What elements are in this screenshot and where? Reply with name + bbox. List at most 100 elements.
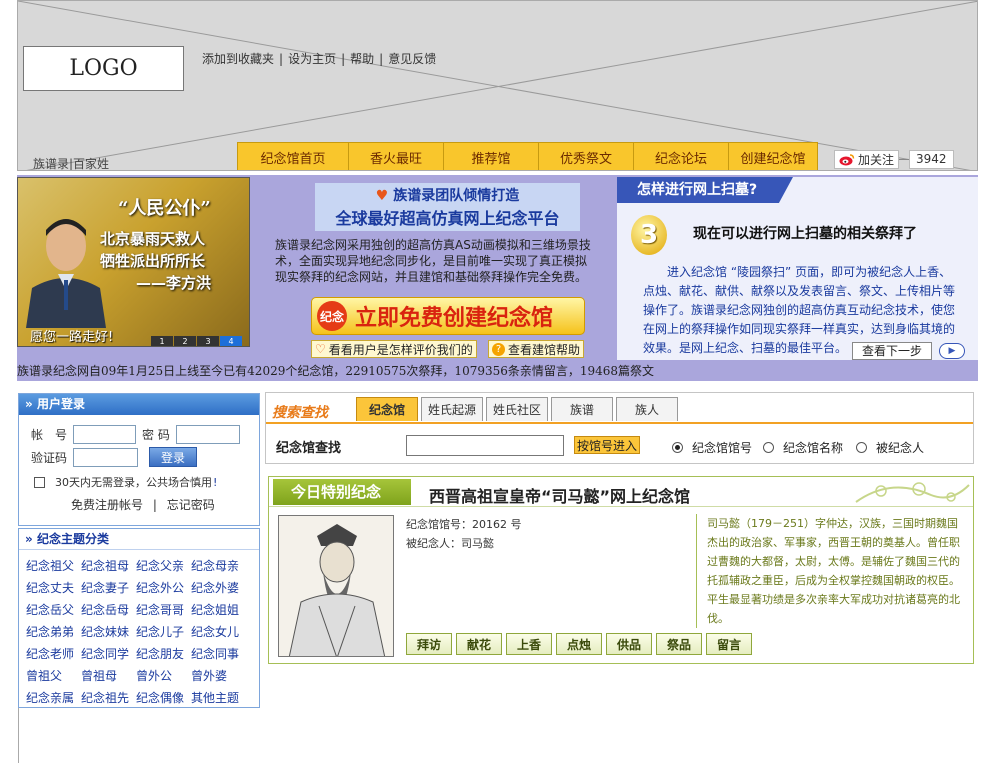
topic-item[interactable]: 其他主题 [191, 689, 246, 706]
option-memorial-name[interactable]: 纪念馆名称 [763, 439, 843, 456]
create-help-button[interactable]: ? 查看建馆帮助 [488, 340, 585, 358]
double-chevron-icon: » [25, 397, 33, 411]
topic-item[interactable]: 纪念儿子 [136, 623, 191, 640]
topic-item[interactable]: 纪念祖母 [81, 557, 136, 574]
nav-home[interactable]: 纪念馆首页 [237, 142, 348, 170]
captcha-row: 验证码 [31, 448, 139, 467]
next-step-button[interactable]: 查看下一步 [852, 342, 932, 360]
topic-item[interactable]: 纪念弟弟 [26, 623, 81, 640]
leave-message-button[interactable]: 留言 [706, 633, 752, 655]
top-links: 添加到收藏夹 | 设为主页 | 帮助 | 意见反馈 [202, 52, 437, 66]
tab-genealogy[interactable]: 族谱 [551, 397, 614, 421]
login-box: » 用户登录 帐 号 密 码 验证码 登录 30天内无需登录，公共场合慎用 ! … [18, 393, 260, 526]
slide-dot-2[interactable]: 2 [174, 336, 196, 346]
link-set-homepage[interactable]: 设为主页 [288, 52, 336, 66]
link-add-favorite[interactable]: 添加到收藏夹 [202, 52, 274, 66]
tab-surname-origin[interactable]: 姓氏起源 [421, 397, 484, 421]
topic-item[interactable]: 纪念哥哥 [136, 601, 191, 618]
topic-item[interactable]: 纪念祖父 [26, 557, 81, 574]
light-candle-button[interactable]: 点烛 [556, 633, 602, 655]
brand-links[interactable]: 族谱录|百家姓 [33, 155, 109, 170]
burn-incense-button[interactable]: 上香 [506, 633, 552, 655]
topic-item[interactable]: 纪念朋友 [136, 645, 191, 662]
topic-item[interactable]: 纪念岳父 [26, 601, 81, 618]
memorial-info: 纪念馆馆号：20162 号 被纪念人：司马懿 [406, 515, 522, 553]
next-arrow-icon[interactable]: ▶ [939, 343, 965, 359]
radio-commemorated[interactable] [856, 442, 867, 453]
topic-item[interactable]: 纪念偶像 [136, 689, 191, 706]
search-row: 纪念馆查找 按馆号进入 纪念馆馆号 纪念馆名称 被纪念人 [266, 422, 973, 464]
forgot-password-link[interactable]: 忘记密码 [167, 498, 215, 512]
nav-create-memorial[interactable]: 创建纪念馆 [728, 142, 818, 170]
memorial-portrait[interactable] [278, 515, 394, 657]
topic-item[interactable]: 纪念父亲 [136, 557, 191, 574]
remember-checkbox[interactable] [34, 476, 45, 488]
tab-clansmen[interactable]: 族人 [616, 397, 679, 421]
topic-item[interactable]: 曾外公 [136, 667, 191, 684]
remember-label: 30天内无需登录，公共场合慎用 [55, 476, 212, 489]
search-tabs: 纪念馆 姓氏起源 姓氏社区 族谱 族人 [356, 397, 681, 421]
intro-title-2: 全球最好超高仿真网上纪念平台 [335, 209, 560, 228]
nav-recommended[interactable]: 推荐馆 [443, 142, 538, 170]
topic-item[interactable]: 纪念岳母 [81, 601, 136, 618]
logo[interactable]: LOGO [23, 46, 184, 91]
platform-intro: ♥ 族谱录团队倾情打造 全球最好超高仿真网上纪念平台 族谱录纪念网采用独创的超高… [275, 183, 595, 285]
topic-item[interactable]: 曾外婆 [191, 667, 246, 684]
topic-item[interactable]: 纪念亲属 [26, 689, 81, 706]
topic-item[interactable]: 纪念姐姐 [191, 601, 246, 618]
topic-item[interactable]: 纪念祖先 [81, 689, 136, 706]
memorial-name[interactable]: 西晋高祖宣皇帝“司马懿”网上纪念馆 [429, 483, 690, 507]
topic-item[interactable]: 纪念女儿 [191, 623, 246, 640]
account-label: 帐 号 [31, 428, 68, 442]
slide-dot-4[interactable]: 4 [220, 336, 242, 346]
captcha-input[interactable] [73, 448, 139, 467]
topic-item[interactable]: 纪念老师 [26, 645, 81, 662]
account-input[interactable] [73, 425, 137, 444]
link-feedback[interactable]: 意见反馈 [388, 52, 436, 66]
link-help[interactable]: 帮助 [350, 52, 374, 66]
login-title: 用户登录 [36, 397, 85, 411]
option-memorial-number[interactable]: 纪念馆馆号 [672, 439, 752, 456]
nav-best-eulogies[interactable]: 优秀祭文 [538, 142, 633, 170]
sacrifices-button[interactable]: 祭品 [656, 633, 702, 655]
topic-item[interactable]: 纪念同事 [191, 645, 246, 662]
register-link[interactable]: 免费注册帐号 [71, 498, 143, 512]
remember-me[interactable]: 30天内无需登录，公共场合慎用 ! [34, 474, 217, 490]
featured-memorial: 今日特别纪念 西晋高祖宣皇帝“司马懿”网上纪念馆 纪念馆馆号：20162 号 被… [268, 476, 974, 664]
nav-forum[interactable]: 纪念论坛 [633, 142, 728, 170]
visit-button[interactable]: 拜访 [406, 633, 452, 655]
memorial-header: 今日特别纪念 西晋高祖宣皇帝“司马懿”网上纪念馆 [269, 477, 973, 507]
topic-item[interactable]: 纪念同学 [81, 645, 136, 662]
search-input[interactable] [406, 435, 564, 456]
create-memorial-button[interactable]: 纪念 立即免费创建纪念馆 [311, 297, 585, 335]
offer-flowers-button[interactable]: 献花 [456, 633, 502, 655]
topic-item[interactable]: 纪念外公 [136, 579, 191, 596]
topic-item[interactable]: 曾祖父 [26, 667, 81, 684]
tab-memorial[interactable]: 纪念馆 [356, 397, 418, 421]
radio-memorial-number[interactable] [672, 442, 683, 453]
topic-item[interactable]: 纪念妹妹 [81, 623, 136, 640]
follow-button[interactable]: 加关注 [834, 150, 900, 169]
option-memorial-name-label: 纪念馆名称 [783, 441, 844, 455]
feature-slideshow[interactable]: “人民公仆” 北京暴雨天救人 牺牲派出所所长 ——李方洪 愿您一路走好! 1 2… [17, 177, 250, 347]
topic-item[interactable]: 纪念丈夫 [26, 579, 81, 596]
follower-count: 3942 [909, 150, 954, 169]
option-commemorated[interactable]: 被纪念人 [856, 439, 924, 456]
slide-dot-3[interactable]: 3 [197, 336, 219, 346]
radio-memorial-name[interactable] [763, 442, 774, 453]
slide-line-2: 牺牲派出所所长 [100, 252, 206, 270]
password-input[interactable] [175, 425, 240, 444]
todays-memorial-tag: 今日特别纪念 [273, 479, 411, 505]
nav-hottest[interactable]: 香火最旺 [348, 142, 443, 170]
offerings-button[interactable]: 供品 [606, 633, 652, 655]
memorial-description: 司马懿（179－251）字仲达，汉族，三国时期魏国杰出的政治家、军事家，西晋王朝… [696, 514, 966, 628]
tab-surname-community[interactable]: 姓氏社区 [486, 397, 549, 421]
topic-item[interactable]: 纪念母亲 [191, 557, 246, 574]
topic-item[interactable]: 纪念外婆 [191, 579, 246, 596]
enter-by-number-button[interactable]: 按馆号进入 [574, 436, 641, 454]
topic-item[interactable]: 曾祖母 [81, 667, 136, 684]
user-reviews-button[interactable]: ♡ 看看用户是怎样评价我们的 [311, 340, 477, 358]
topic-item[interactable]: 纪念妻子 [81, 579, 136, 596]
slide-dot-1[interactable]: 1 [151, 336, 173, 346]
login-button[interactable]: 登录 [149, 447, 197, 467]
